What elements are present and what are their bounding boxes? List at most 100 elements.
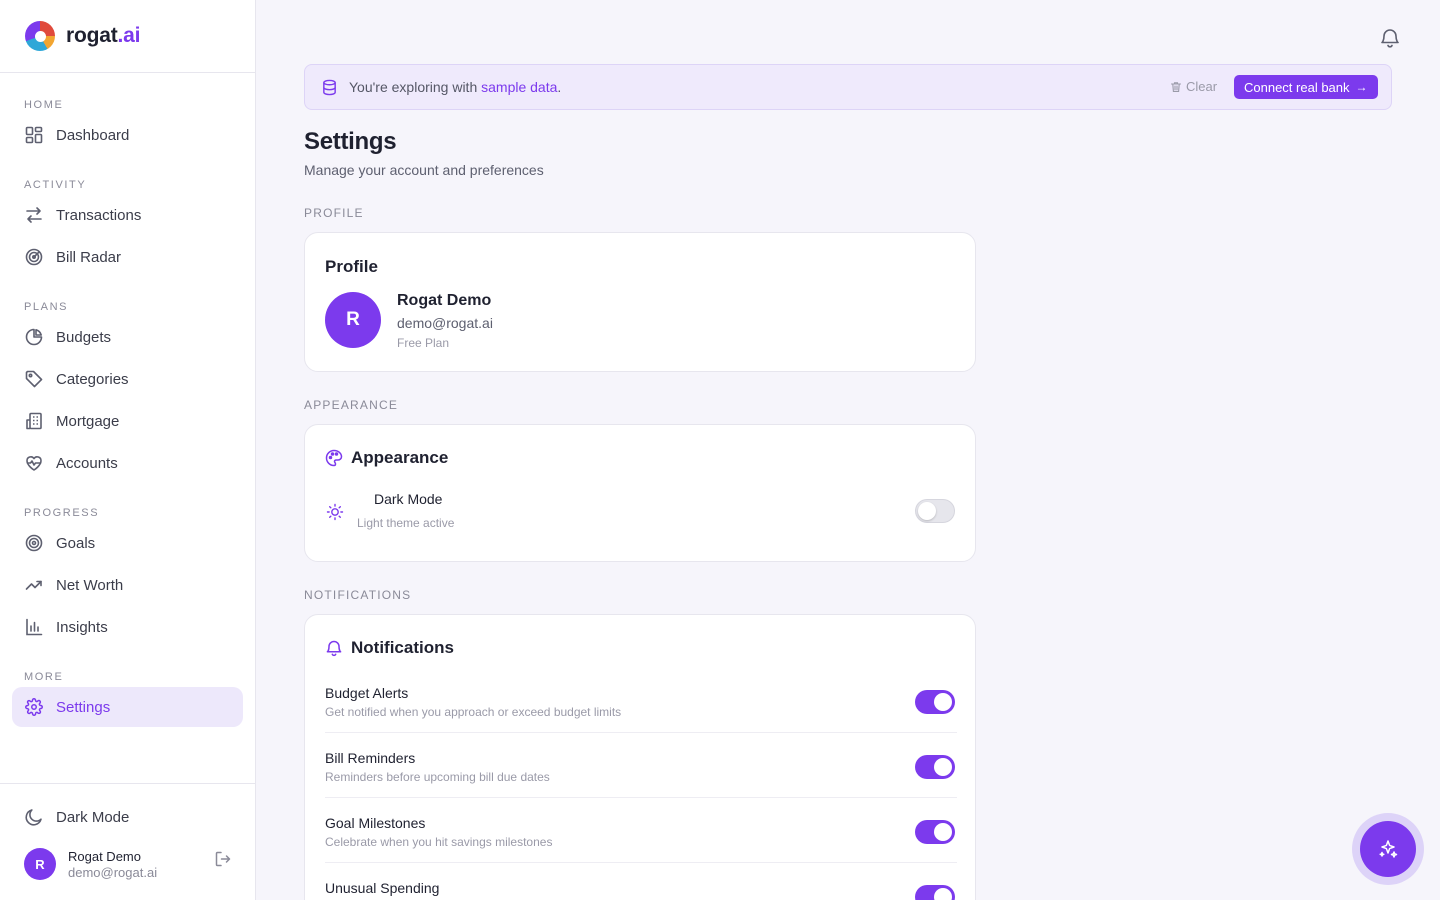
trash-icon: [1170, 81, 1182, 92]
ai-assistant-button-inner: [1360, 821, 1416, 877]
dark-mode-desc: Light theme active: [357, 516, 455, 530]
radar-icon: [24, 247, 44, 267]
sidebar-item-settings[interactable]: Settings: [12, 687, 243, 727]
appearance-card: Appearance Dark Mode Light theme active: [304, 424, 976, 562]
notification-desc: Get notified when you approach or exceed…: [325, 705, 622, 719]
sample-data-banner: You're exploring with sample data. Clear…: [304, 64, 1392, 110]
heart-pulse-icon: [24, 453, 44, 473]
sidebar-item-bill-radar[interactable]: Bill Radar: [12, 237, 243, 277]
user-email: demo@rogat.ai: [68, 864, 158, 880]
toggle-knob: [934, 758, 952, 776]
bill-reminders-toggle[interactable]: [915, 755, 955, 779]
clear-label: Clear: [1186, 79, 1218, 94]
sidebar-item-label: Accounts: [56, 454, 118, 472]
arrows-swap-icon: [24, 205, 44, 225]
profile-name: Rogat Demo: [397, 292, 492, 309]
target-icon: [24, 533, 44, 553]
nav-section-plans: PLANS: [24, 301, 69, 313]
divider: [325, 732, 957, 733]
logo[interactable]: rogat.ai: [0, 0, 255, 73]
moon-icon: [24, 807, 44, 827]
sun-icon: [326, 503, 344, 521]
page-title: Settings: [304, 128, 397, 155]
sparkles-icon: [1379, 840, 1398, 858]
banner-highlight: sample data: [481, 79, 558, 95]
section-label-notifications: NOTIFICATIONS: [304, 588, 412, 602]
clear-sample-button[interactable]: Clear: [1170, 79, 1217, 94]
sidebar-item-label: Settings: [56, 698, 111, 716]
goal-milestones-toggle[interactable]: [915, 820, 955, 844]
section-label-appearance: APPEARANCE: [304, 398, 399, 412]
sidebar-item-dashboard[interactable]: Dashboard: [12, 115, 243, 155]
divider: [325, 862, 957, 863]
toggle-knob: [934, 823, 952, 841]
database-icon: [321, 79, 338, 96]
dark-mode-toggle[interactable]: [915, 499, 955, 523]
sidebar-item-net-worth[interactable]: Net Worth: [12, 565, 243, 605]
notification-title: Unusual Spending: [325, 880, 440, 896]
palette-icon: [325, 449, 343, 467]
sidebar-dark-mode-label: Dark Mode: [56, 808, 130, 826]
divider: [325, 797, 957, 798]
building-icon: [24, 411, 44, 431]
sidebar-item-label: Bill Radar: [56, 248, 122, 266]
toggle-knob: [934, 888, 952, 900]
notification-desc: Reminders before upcoming bill due dates: [325, 770, 550, 784]
profile-plan: Free Plan: [397, 336, 450, 350]
trending-up-icon: [24, 575, 44, 595]
notifications-card: Notifications Budget Alerts Get notified…: [304, 614, 976, 900]
tag-icon: [24, 369, 44, 389]
sidebar-dark-mode-toggle[interactable]: Dark Mode: [12, 797, 243, 837]
page-subtitle: Manage your account and preferences: [304, 162, 544, 178]
arrow-right-icon: →: [1355, 80, 1368, 94]
sidebar-nav: HOME Dashboard ACTIVITY Transactions Bil…: [0, 73, 255, 727]
sidebar-item-label: Dashboard: [56, 126, 130, 144]
sidebar-item-mortgage[interactable]: Mortgage: [12, 401, 243, 441]
notification-title: Goal Milestones: [325, 815, 426, 831]
sidebar-item-label: Transactions: [56, 206, 142, 224]
profile-card-title: Profile: [325, 257, 378, 276]
unusual-spending-toggle[interactable]: [915, 885, 955, 900]
toggle-knob: [934, 693, 952, 711]
bell-icon: [325, 639, 343, 657]
connect-bank-label: Connect real bank: [1244, 79, 1350, 95]
sidebar-item-categories[interactable]: Categories: [12, 359, 243, 399]
appearance-card-title: Appearance: [325, 448, 448, 468]
section-label-profile: PROFILE: [304, 206, 364, 220]
sidebar-item-goals[interactable]: Goals: [12, 523, 243, 563]
sidebar-item-insights[interactable]: Insights: [12, 607, 243, 647]
sidebar-item-label: Goals: [56, 534, 96, 552]
bell-icon[interactable]: [1379, 27, 1401, 54]
gear-icon: [24, 697, 44, 717]
notifications-card-title: Notifications: [325, 638, 454, 658]
sidebar-item-label: Net Worth: [56, 576, 124, 594]
nav-section-home: HOME: [24, 99, 64, 111]
pie-chart-icon: [24, 327, 44, 347]
nav-section-progress: PROGRESS: [24, 507, 100, 519]
grid-icon: [24, 125, 44, 145]
profile-card: Profile R Rogat Demo demo@rogat.ai Free …: [304, 232, 976, 372]
profile-email: demo@rogat.ai: [397, 315, 493, 331]
sidebar-item-label: Budgets: [56, 328, 112, 346]
sidebar-item-label: Categories: [56, 370, 129, 388]
avatar: R: [325, 292, 381, 348]
dark-mode-title: Dark Mode: [374, 491, 443, 507]
toggle-knob: [918, 502, 936, 520]
sidebar-item-budgets[interactable]: Budgets: [12, 317, 243, 357]
logout-icon[interactable]: [214, 850, 232, 873]
budget-alerts-toggle[interactable]: [915, 690, 955, 714]
nav-section-activity: ACTIVITY: [24, 179, 87, 191]
nav-section-more: MORE: [24, 671, 64, 683]
ai-assistant-button[interactable]: [1352, 813, 1424, 885]
sidebar-item-label: Insights: [56, 618, 108, 636]
banner-text: You're exploring with sample data.: [349, 79, 562, 95]
sidebar-item-accounts[interactable]: Accounts: [12, 443, 243, 483]
sidebar-item-transactions[interactable]: Transactions: [12, 195, 243, 235]
sidebar-footer: Dark Mode R Rogat Demo demo@rogat.ai: [0, 783, 255, 900]
sidebar-item-label: Mortgage: [56, 412, 120, 430]
logo-mark-icon: [25, 21, 55, 51]
notification-title: Bill Reminders: [325, 750, 416, 766]
connect-bank-button[interactable]: Connect real bank →: [1234, 75, 1378, 99]
notification-title: Budget Alerts: [325, 685, 409, 701]
sidebar: rogat.ai HOME Dashboard ACTIVITY Transac…: [0, 0, 256, 900]
